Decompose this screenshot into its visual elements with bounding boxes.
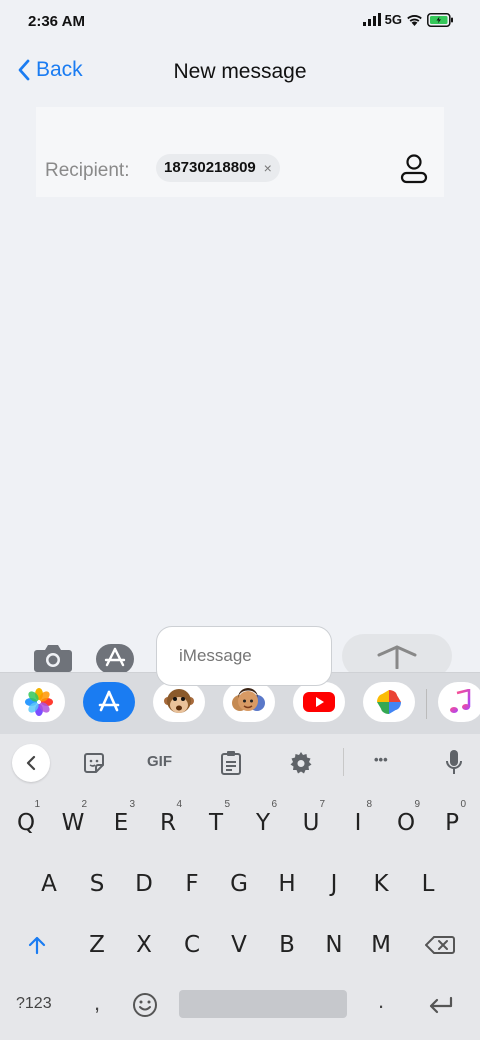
key-d[interactable]: D <box>124 862 164 906</box>
microphone-icon[interactable] <box>445 749 463 777</box>
emoji-icon[interactable] <box>132 992 158 1018</box>
key-l[interactable]: L <box>408 862 448 906</box>
page-title: New message <box>173 60 307 83</box>
key-e[interactable]: E3 <box>101 799 141 845</box>
youtube-app[interactable] <box>293 682 345 722</box>
chevron-left-icon <box>26 755 36 771</box>
space-bar[interactable] <box>179 990 347 1018</box>
photos-icon <box>25 688 53 716</box>
network-type: 5G <box>384 12 402 27</box>
compose-bar <box>0 620 480 686</box>
backspace-icon <box>424 936 455 954</box>
comma-key[interactable]: , <box>94 990 100 1016</box>
keyboard-back-button[interactable] <box>12 744 50 782</box>
key-y[interactable]: Y6 <box>243 799 283 845</box>
key-k[interactable]: K <box>361 862 401 906</box>
key-c[interactable]: C <box>172 923 212 967</box>
memoji-app[interactable] <box>223 682 275 722</box>
contact-icon[interactable] <box>400 154 428 184</box>
keyboard: Q1 W2 E3 R4 T5 Y6 U7 I8 O9 P0 A S D F G … <box>0 790 480 1040</box>
music-app[interactable] <box>438 682 480 722</box>
photos-app[interactable] <box>13 682 65 722</box>
more-button[interactable]: ••• <box>374 752 388 767</box>
key-z[interactable]: Z <box>77 923 117 967</box>
key-r[interactable]: R4 <box>148 799 188 845</box>
status-bar: 2:36 AM 5G <box>0 0 480 44</box>
return-icon[interactable] <box>428 996 454 1016</box>
recipient-label: Recipient: <box>45 160 130 181</box>
key-s[interactable]: S <box>77 862 117 906</box>
battery-icon <box>427 12 453 27</box>
signal-icon <box>362 13 381 26</box>
recipient-chip[interactable]: 18730218809 × <box>156 154 280 182</box>
key-m[interactable]: M <box>361 923 401 967</box>
app-store-icon <box>98 690 120 712</box>
keyboard-toolbar: GIF ••• <box>0 734 480 790</box>
message-input[interactable] <box>156 626 332 686</box>
key-n[interactable]: N <box>314 923 354 967</box>
key-a[interactable]: A <box>29 862 69 906</box>
shift-arrow-icon <box>28 936 46 955</box>
key-h[interactable]: H <box>267 862 307 906</box>
period-key[interactable]: . <box>378 988 384 1014</box>
navigation-bar: Back New message <box>0 50 480 94</box>
key-p[interactable]: P0 <box>432 799 472 845</box>
key-j[interactable]: J <box>314 862 354 906</box>
key-i[interactable]: I8 <box>338 799 378 845</box>
youtube-icon <box>303 692 335 712</box>
key-x[interactable]: X <box>124 923 164 967</box>
key-v[interactable]: V <box>219 923 259 967</box>
wifi-icon <box>407 15 422 26</box>
toolbar-divider <box>343 748 344 776</box>
key-q[interactable]: Q1 <box>6 799 46 845</box>
animoji-app[interactable] <box>153 682 205 722</box>
arrow-up-icon <box>377 645 417 669</box>
recipient-number: 18730218809 <box>164 159 256 176</box>
key-w[interactable]: W2 <box>53 799 93 845</box>
status-icons: 5G <box>362 12 454 27</box>
app-store-button[interactable] <box>96 644 134 674</box>
recipient-field[interactable]: Recipient: 18730218809 × <box>36 107 444 197</box>
camera-icon[interactable] <box>34 644 72 672</box>
key-u[interactable]: U7 <box>291 799 331 845</box>
clipboard-icon[interactable] <box>220 750 242 776</box>
app-store-icon <box>104 647 126 667</box>
status-time: 2:36 AM <box>28 13 85 30</box>
gear-icon[interactable] <box>289 751 313 775</box>
key-f[interactable]: F <box>172 862 212 906</box>
sticker-icon[interactable] <box>82 751 106 775</box>
remove-recipient-icon[interactable]: × <box>264 154 272 182</box>
shift-key[interactable] <box>17 923 57 967</box>
strip-divider <box>426 689 427 719</box>
backspace-key[interactable] <box>420 923 460 967</box>
key-t[interactable]: T5 <box>196 799 236 845</box>
symbols-key[interactable]: ?123 <box>16 995 52 1013</box>
google-photos-app[interactable] <box>363 682 415 722</box>
key-g[interactable]: G <box>219 862 259 906</box>
key-o[interactable]: O9 <box>386 799 426 845</box>
pinwheel-icon <box>377 690 401 714</box>
app-store-app[interactable] <box>83 682 135 722</box>
music-note-icon <box>450 689 471 713</box>
gif-button[interactable]: GIF <box>147 753 172 770</box>
memoji-icon <box>232 688 265 711</box>
key-b[interactable]: B <box>267 923 307 967</box>
monkey-icon <box>164 689 194 713</box>
